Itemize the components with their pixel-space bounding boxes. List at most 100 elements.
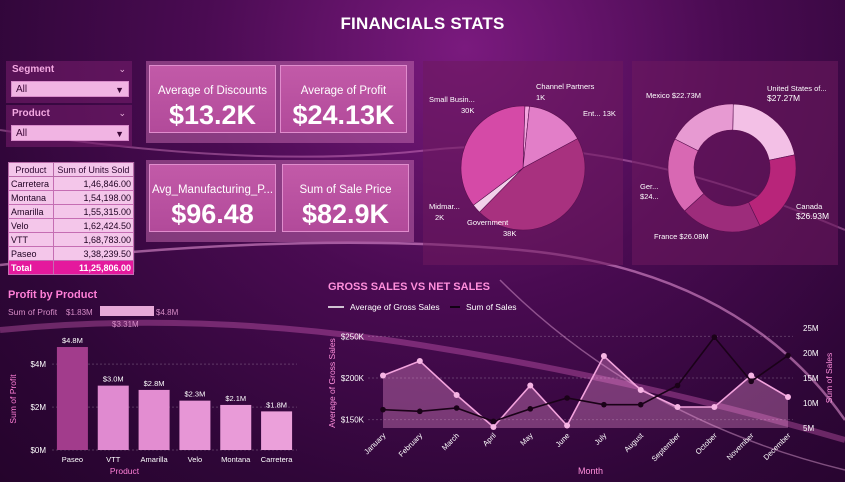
table-cell: Carretera [8, 176, 54, 191]
point-avg-gross-sales[interactable] [601, 401, 607, 408]
y-tick-label: $2M [30, 403, 46, 412]
table-row[interactable]: Carretera 1,46,846.00 [8, 176, 135, 191]
donut-label: United States of... [767, 84, 827, 93]
x-tick-label: May [518, 431, 535, 448]
point-sum-of-sales[interactable] [490, 424, 497, 430]
table-total-row: Total 11,25,806.00 [8, 260, 135, 275]
table-row[interactable]: Velo 1,62,424.50 [8, 218, 135, 233]
point-avg-gross-sales[interactable] [785, 352, 791, 359]
legend-gradient[interactable] [100, 306, 154, 316]
point-avg-gross-sales[interactable] [380, 406, 386, 413]
point-sum-of-sales[interactable] [380, 372, 386, 379]
kpi-card-manufacturing[interactable]: Avg_Manufacturing_P... $96.48 [149, 164, 276, 232]
page-title: FINANCIALS STATS [340, 14, 505, 33]
y-axis-right-label: Sum of Sales [824, 353, 834, 404]
segment-pie-chart[interactable]: Channel Partners 1K Ent... 13K Government 38… [423, 61, 623, 265]
product-dropdown[interactable]: All ▼ [11, 125, 129, 141]
table-cell: 1,62,424.50 [52, 218, 135, 233]
x-tick-label: August [622, 430, 646, 454]
point-avg-gross-sales[interactable] [748, 378, 754, 385]
pie-value-label: 1K [536, 93, 545, 102]
left-tick-label: $250K [341, 332, 365, 341]
point-sum-of-sales[interactable] [674, 404, 681, 410]
country-donut-chart[interactable]: United States of...$27.27M Canada$26.93M F… [632, 61, 838, 265]
table-header-units[interactable]: Sum of Units Sold [52, 162, 135, 177]
right-tick-label: 25M [803, 324, 819, 333]
x-tick-label: VTT [106, 455, 121, 464]
x-axis-label: Month [578, 466, 603, 476]
table-row[interactable]: Amarilla 1,55,315.00 [8, 204, 135, 219]
table-row[interactable]: VTT 1,68,783.00 [8, 232, 135, 247]
point-avg-gross-sales[interactable] [453, 405, 460, 411]
kpi-value: $96.48 [171, 199, 254, 229]
kpi-card-sale-price[interactable]: Sum of Sale Price $82.9K [282, 164, 409, 232]
point-sum-of-sales[interactable] [416, 358, 423, 364]
x-tick-label: September [650, 431, 683, 464]
donut-slice[interactable] [748, 154, 797, 227]
pie-value-label: 38K [503, 229, 516, 238]
point-avg-gross-sales[interactable] [564, 395, 570, 401]
y-tick-label: $4M [30, 360, 46, 369]
y-tick-label: $0M [30, 446, 46, 455]
table-cell: Total [8, 260, 54, 275]
table-cell: 1,68,783.00 [52, 232, 135, 247]
chevron-down-icon[interactable]: ⌄ [118, 108, 126, 119]
gross-vs-net-sales-chart[interactable]: GROSS SALES VS NET SALES Average of Gross… [318, 276, 842, 480]
table-cell: 11,25,806.00 [52, 260, 135, 275]
bar[interactable] [97, 385, 129, 450]
kpi-value: $13.2K [168, 100, 257, 130]
x-tick-label: March [440, 431, 461, 452]
x-tick-label: October [694, 431, 720, 457]
pie-label: Channel Partners [536, 82, 595, 91]
pie-value-label: 30K [461, 106, 474, 115]
profit-by-product-chart[interactable]: Profit by Product Sum of Profit $1.83M $4.8… [0, 284, 310, 480]
point-sum-of-sales[interactable] [564, 422, 571, 429]
point-avg-gross-sales[interactable] [527, 406, 534, 412]
donut-value-label: $26.93M [796, 211, 829, 221]
bar[interactable] [261, 411, 293, 450]
bar[interactable] [220, 404, 252, 450]
kpi-card-discounts[interactable]: Average of Discounts $13.2K [149, 65, 276, 133]
table-row[interactable]: Montana 1,54,198.00 [8, 190, 135, 205]
y-axis-left-label: Average of Gross Sales [327, 338, 337, 428]
point-sum-of-sales[interactable] [527, 382, 534, 389]
segment-dropdown[interactable]: All ▼ [11, 81, 129, 97]
table-row[interactable]: Paseo 3,38,239.50 [8, 246, 135, 261]
table-cell: 1,55,315.00 [52, 204, 135, 219]
point-avg-gross-sales[interactable] [711, 334, 718, 340]
point-sum-of-sales[interactable] [785, 394, 791, 400]
x-tick-label: June [554, 431, 572, 449]
x-tick-label: Amarilla [141, 455, 169, 464]
point-avg-gross-sales[interactable] [490, 418, 497, 425]
bar[interactable] [179, 400, 211, 450]
left-tick-label: $150K [341, 416, 365, 425]
pie-label: Midmar... [429, 202, 460, 211]
donut-label: Ger... [640, 182, 658, 191]
point-avg-gross-sales[interactable] [674, 382, 681, 389]
donut-slice[interactable] [732, 103, 795, 161]
table-cell: Amarilla [8, 204, 54, 219]
table-header-product[interactable]: Product [8, 162, 54, 177]
table-cell: 1,54,198.00 [52, 190, 135, 205]
kpi-card-profit[interactable]: Average of Profit $24.13K [280, 65, 407, 133]
table-cell: 1,46,846.00 [52, 176, 135, 191]
point-sum-of-sales[interactable] [600, 353, 607, 359]
product-slicer: Product ⌄ All ▼ [6, 105, 132, 147]
donut-slice[interactable] [674, 103, 734, 152]
right-tick-label: 15M [803, 374, 819, 383]
chevron-down-icon[interactable]: ⌄ [118, 64, 126, 75]
point-sum-of-sales[interactable] [637, 387, 644, 393]
point-avg-gross-sales[interactable] [417, 408, 423, 415]
kpi-label: Sum of Sale Price [299, 184, 392, 196]
table-cell: Paseo [8, 246, 54, 261]
chart-title: GROSS SALES VS NET SALES [328, 281, 490, 293]
point-avg-gross-sales[interactable] [637, 401, 644, 408]
point-sum-of-sales[interactable] [711, 404, 718, 410]
chart-title: Profit by Product [8, 289, 98, 301]
x-axis-label: Product [110, 466, 140, 476]
bar[interactable] [138, 389, 170, 450]
x-tick-label: February [397, 431, 425, 459]
point-sum-of-sales[interactable] [453, 392, 460, 398]
bar[interactable] [56, 347, 88, 450]
dropdown-arrow-icon: ▼ [115, 85, 124, 95]
